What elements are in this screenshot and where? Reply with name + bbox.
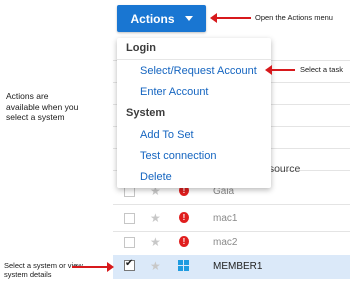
- annotation-actions-available: Actions are available when you select a …: [6, 91, 79, 123]
- menu-item-delete[interactable]: Delete: [140, 171, 172, 183]
- menu-item-add-to-set[interactable]: Add To Set: [140, 129, 194, 141]
- system-name[interactable]: mac1: [213, 213, 237, 224]
- star-icon[interactable]: ★: [150, 235, 161, 249]
- actions-menu: Login Select/Request Account Enter Accou…: [117, 38, 271, 188]
- system-name[interactable]: mac2: [213, 237, 237, 248]
- menu-item-test-connection[interactable]: Test connection: [140, 150, 216, 162]
- table-row[interactable]: ★ ! mac1: [113, 208, 350, 230]
- table-row[interactable]: ★ ! mac2: [113, 232, 350, 254]
- annotation-open-menu: Open the Actions menu: [255, 13, 333, 22]
- alert-icon: !: [179, 212, 189, 223]
- annotation-arrow: [265, 65, 295, 75]
- annotation-select-task: Select a task: [300, 65, 343, 74]
- row-checkbox[interactable]: [124, 237, 135, 248]
- actions-label: Actions: [130, 11, 175, 26]
- annotation-arrow: [210, 13, 251, 23]
- annotation-arrow: [72, 262, 114, 272]
- actions-button[interactable]: Actions: [117, 5, 206, 32]
- system-name[interactable]: MEMBER1: [213, 261, 262, 272]
- menu-header-login: Login: [126, 42, 156, 54]
- chevron-down-icon: [184, 16, 193, 21]
- menu-item-select-request-account[interactable]: Select/Request Account: [140, 65, 257, 77]
- annotation-select-system: Select a system or view system details: [4, 261, 83, 280]
- alert-icon: !: [179, 236, 189, 247]
- row-checkbox[interactable]: [124, 213, 135, 224]
- star-icon[interactable]: ★: [150, 211, 161, 225]
- menu-header-system: System: [126, 107, 166, 119]
- star-icon[interactable]: ★: [150, 259, 161, 273]
- row-checkbox[interactable]: [124, 258, 135, 271]
- menu-item-enter-account[interactable]: Enter Account: [140, 86, 209, 98]
- windows-icon: [178, 260, 190, 271]
- table-row-selected[interactable]: ★ MEMBER1: [113, 255, 350, 279]
